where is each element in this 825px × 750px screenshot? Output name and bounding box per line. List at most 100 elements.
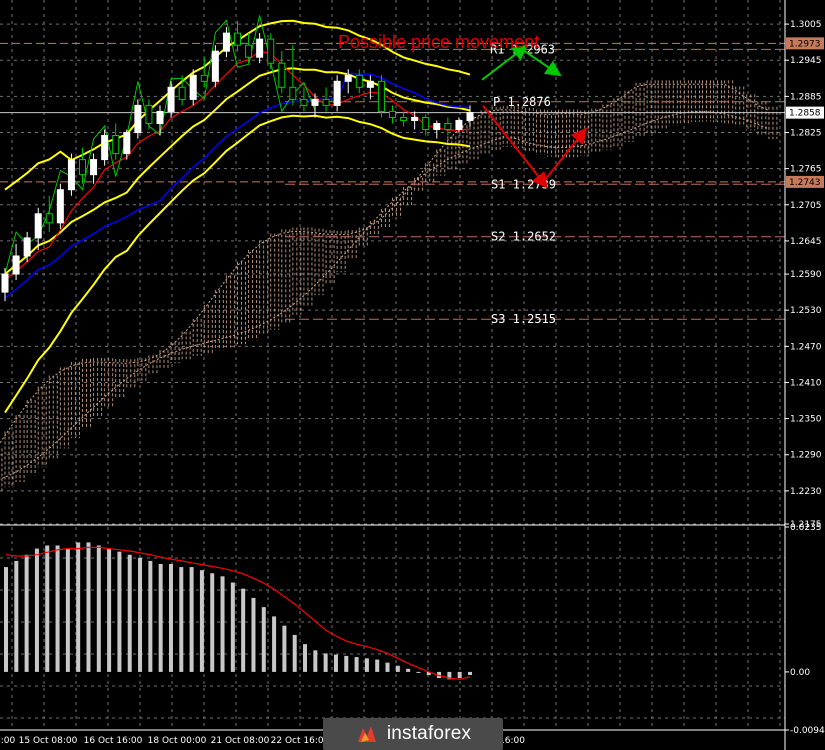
histogram-bar (313, 650, 318, 672)
price-tick-label: 1.2885 (790, 92, 822, 102)
histogram-bar (96, 545, 101, 672)
histogram-bar (261, 607, 266, 672)
histogram-bar (158, 563, 163, 672)
histogram-bar (4, 567, 8, 672)
candle-body (333, 80, 341, 106)
candle-body (267, 38, 275, 64)
candle-body (256, 38, 264, 58)
histogram-bar (406, 668, 411, 672)
candle-body (422, 116, 430, 130)
candle-body (189, 74, 197, 100)
candle-body (344, 74, 352, 82)
histogram-bar (272, 616, 277, 672)
histogram-bar (364, 658, 369, 672)
time-tick-label: 22 Oct 16:00 (271, 736, 330, 746)
candle-body (278, 62, 286, 88)
candle-body (156, 110, 164, 124)
histogram-bar (34, 548, 39, 672)
price-tick-label: 1.2410 (790, 378, 822, 388)
candle-body (433, 122, 441, 130)
instaforex-logo-icon (357, 726, 376, 742)
candle-body (1, 273, 9, 293)
time-tick-label: 15 Oct 08:00 (19, 736, 78, 746)
histogram-bar (45, 545, 50, 672)
candle-body (200, 74, 208, 82)
level-label-p: P 1.2876 (493, 95, 551, 109)
price-tick-label: 1.3005 (790, 20, 822, 30)
marked-price-label: 1.2743 (789, 178, 821, 188)
candle-body (45, 213, 53, 224)
candle-body (289, 86, 297, 100)
candle-body (222, 32, 230, 52)
histogram-bar (375, 659, 380, 672)
candle-body (79, 159, 86, 176)
time-tick-label: 16 Oct 16:00 (84, 736, 143, 746)
histogram-bar (55, 545, 60, 672)
time-tick-label: 18 Oct 00:00 (148, 736, 207, 746)
histogram-bar (86, 542, 91, 672)
candle-body (322, 98, 330, 106)
indicator-tick-label: 0.00 (790, 668, 810, 678)
histogram-bar (395, 665, 400, 672)
candle-body (123, 132, 131, 155)
histogram-bar (14, 560, 19, 672)
candle-body (178, 86, 186, 100)
price-tick-label: 1.2645 (790, 237, 822, 247)
price-tick-label: 1.2590 (790, 270, 822, 280)
candle-body (245, 44, 253, 58)
histogram-bar (344, 655, 349, 672)
histogram-bar (303, 644, 308, 672)
candle-body (56, 189, 64, 224)
histogram-bar (323, 653, 328, 672)
time-tick-label: :00 (1, 736, 16, 746)
candle-body (366, 80, 374, 88)
candle-body (355, 74, 363, 88)
price-chart[interactable]: R1 1.2963P 1.2876S1 1.2739S2 1.2652S3 1.… (0, 0, 825, 750)
histogram-bar (24, 554, 29, 672)
candle-body (23, 237, 31, 257)
pivot-levels: R1 1.2963P 1.2876S1 1.2739S2 1.2652S3 1.… (0, 42, 785, 326)
histogram-bar (230, 582, 235, 672)
histogram-bar (333, 654, 338, 672)
histogram-bar (189, 567, 194, 672)
histogram-bar (138, 557, 143, 672)
price-tick-label: 1.2765 (790, 165, 822, 175)
histogram-bar (127, 554, 132, 672)
candle-body (466, 112, 474, 121)
histogram-bar (457, 671, 462, 679)
price-tick-label: 1.2705 (790, 201, 822, 211)
candle-body (389, 110, 396, 118)
histogram-bar (416, 671, 421, 673)
histogram-bar (107, 548, 112, 672)
logo-text: instaforex (386, 723, 472, 744)
chart-title: Possible price movement (338, 32, 539, 52)
time-tick-label: 21 Oct 08:00 (211, 736, 270, 746)
instaforex-logo: instaforex (323, 718, 503, 750)
price-tick-label: 1.2350 (790, 415, 822, 425)
candle-body (112, 135, 120, 155)
candle-body (444, 122, 452, 130)
candle-body (67, 159, 75, 191)
price-tick-label: 1.2530 (790, 306, 822, 316)
histogram-bar (199, 570, 204, 672)
candle-body (134, 104, 142, 134)
price-tick-label: 1.2825 (790, 129, 822, 139)
indicator-tick-label: -0.00942 (790, 726, 825, 736)
candle-body (411, 116, 419, 121)
chart-window: R1 1.2963 P 1.2876 S1 1.2739 S2 1.2652 S3 1.… (0, 0, 825, 750)
histogram-bar (354, 657, 359, 672)
candle-body (34, 213, 42, 239)
candle-body (300, 98, 308, 106)
candle-body (167, 86, 175, 112)
histogram-bar (210, 573, 215, 672)
marked-price-label: 1.2973 (789, 39, 821, 49)
price-tick-label: 1.2290 (790, 451, 822, 461)
histogram-bar (251, 597, 256, 672)
candle-body (12, 255, 20, 275)
histogram-bar (148, 560, 153, 672)
candle-body (377, 80, 385, 112)
histogram-bar (292, 634, 297, 672)
histogram-bar (282, 625, 287, 672)
histogram-bar (65, 548, 70, 672)
candle-body (145, 104, 153, 124)
